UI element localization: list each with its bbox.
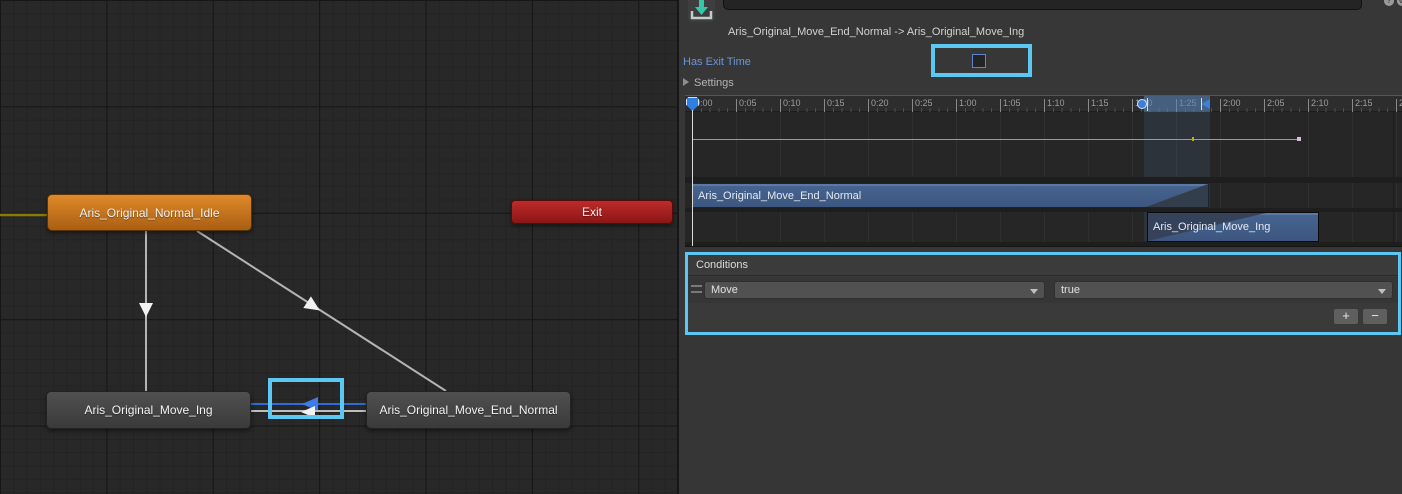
state-node-move-end-normal[interactable]: Aris_Original_Move_End_Normal xyxy=(366,391,571,429)
timeline-right-edge xyxy=(1393,112,1394,247)
conditions-header: Conditions xyxy=(688,255,1398,276)
help-icon[interactable]: ? xyxy=(1384,0,1394,6)
remove-condition-button[interactable]: − xyxy=(1362,308,1388,325)
track-divider xyxy=(685,242,1402,247)
conditions-footer: + − xyxy=(688,303,1398,332)
transition-idle-to-moveend[interactable] xyxy=(197,231,446,391)
animator-graph-canvas[interactable]: Aris_Original_Normal_Idle Exit Aris_Orig… xyxy=(0,0,677,494)
duration-line-tick xyxy=(1192,137,1194,141)
state-node-move-ing[interactable]: Aris_Original_Move_Ing xyxy=(46,391,251,429)
has-exit-time-label: Has Exit Time xyxy=(683,56,751,68)
timeline-ruler[interactable]: 0:000:050:100:150:200:251:001:051:101:15… xyxy=(685,96,1402,112)
clip-label: Aris_Original_Move_End_Normal xyxy=(698,190,861,202)
minor-ticks xyxy=(692,108,1402,112)
state-label: Aris_Original_Move_End_Normal xyxy=(379,403,557,417)
gear-icon[interactable]: ⚙ xyxy=(1397,0,1402,6)
chevron-down-icon xyxy=(1378,289,1386,294)
settings-label: Settings xyxy=(694,77,734,89)
checkbox-selection-highlight xyxy=(931,44,1032,77)
state-node-exit[interactable]: Exit xyxy=(511,200,673,224)
condition-parameter-dropdown[interactable]: Move xyxy=(704,281,1045,299)
drag-handle-icon[interactable] xyxy=(691,285,702,293)
transition-timeline[interactable]: Aris_Original_Move_End_Normal Aris_Origi… xyxy=(685,95,1402,247)
inspector-header: ? ⚙ Aris_Original_Move_End_Normal -> Ari… xyxy=(679,0,1402,94)
settings-foldout[interactable]: Settings xyxy=(683,77,734,89)
state-label: Aris_Original_Normal_Idle xyxy=(79,206,219,220)
blend-out-wedge xyxy=(1146,184,1208,207)
condition-row[interactable]: Move true xyxy=(688,277,1398,303)
state-node-normal-idle[interactable]: Aris_Original_Normal_Idle xyxy=(47,194,252,231)
arrow-idle-to-moveing[interactable] xyxy=(139,303,153,317)
clip-bar-move-end-normal[interactable]: Aris_Original_Move_End_Normal xyxy=(692,183,1209,208)
state-label: Exit xyxy=(582,205,602,219)
transition-selection-highlight xyxy=(268,378,344,419)
value-value: true xyxy=(1061,284,1080,296)
conditions-panel: Conditions Move true + − xyxy=(685,252,1401,335)
transition-end-marker[interactable] xyxy=(1201,99,1210,109)
transition-duration-line[interactable] xyxy=(692,139,1299,140)
chevron-right-icon xyxy=(683,78,689,86)
transition-icon xyxy=(688,0,715,22)
transition-name-field[interactable] xyxy=(723,0,1362,10)
chevron-down-icon xyxy=(1030,289,1038,294)
state-label: Aris_Original_Move_Ing xyxy=(84,403,212,417)
condition-value-dropdown[interactable]: true xyxy=(1054,281,1393,299)
conditions-title: Conditions xyxy=(696,259,748,271)
inspector-empty-area xyxy=(679,335,1402,494)
transition-start-marker[interactable] xyxy=(1137,99,1147,109)
clip-label: Aris_Original_Move_Ing xyxy=(1153,221,1270,233)
clip-bar-move-ing[interactable]: Aris_Original_Move_Ing xyxy=(1147,212,1319,242)
parameter-value: Move xyxy=(711,284,738,296)
duration-line-end-marker[interactable] xyxy=(1297,137,1301,141)
transition-title: Aris_Original_Move_End_Normal -> Aris_Or… xyxy=(728,26,1024,38)
add-condition-button[interactable]: + xyxy=(1333,308,1359,325)
playhead-line[interactable] xyxy=(692,110,693,247)
arrow-idle-to-moveend[interactable] xyxy=(303,296,323,316)
inspector-panel: ? ⚙ Aris_Original_Move_End_Normal -> Ari… xyxy=(677,0,1402,494)
